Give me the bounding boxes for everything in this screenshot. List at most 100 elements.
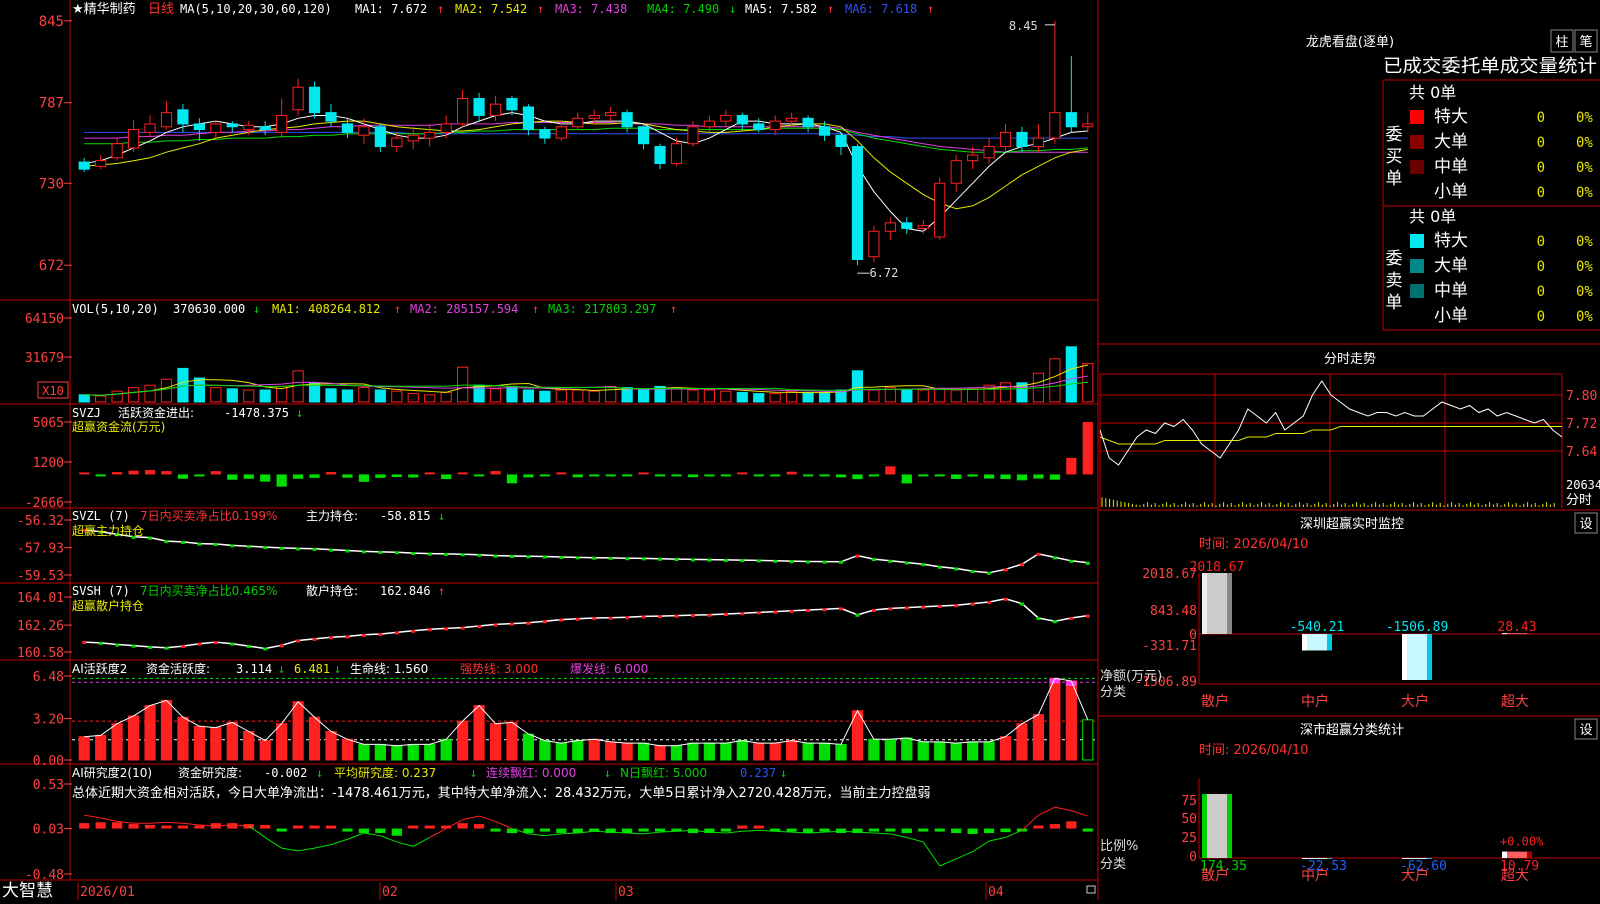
candlestick[interactable] (292, 78, 304, 116)
main-dot[interactable] (460, 553, 465, 557)
activity-bar[interactable] (457, 720, 469, 761)
candlestick[interactable] (457, 90, 469, 127)
retail-dot[interactable] (378, 633, 383, 637)
main-dot[interactable] (871, 558, 876, 562)
activity-bar[interactable] (193, 725, 205, 761)
research-bar[interactable] (638, 828, 649, 832)
research-bar[interactable] (260, 824, 271, 829)
fund-flow-bar[interactable] (868, 474, 880, 477)
volume-bar[interactable] (637, 389, 650, 403)
main-dot[interactable] (1019, 563, 1024, 567)
candle-body[interactable] (901, 222, 913, 229)
activity-bar[interactable] (1016, 723, 1028, 761)
retail-dot[interactable] (559, 618, 564, 622)
candle-body[interactable] (720, 114, 732, 122)
retail-dot[interactable] (460, 626, 465, 630)
candle-body[interactable] (292, 86, 304, 111)
volume-bar[interactable] (358, 387, 370, 403)
volume-bar[interactable] (325, 388, 337, 403)
candlestick[interactable] (539, 126, 551, 144)
retail-dot[interactable] (789, 609, 794, 613)
fund-flow-bar[interactable] (506, 474, 518, 484)
candlestick[interactable] (308, 81, 321, 119)
volume-bar[interactable] (341, 389, 354, 403)
fund-flow-bar[interactable] (572, 474, 583, 478)
retail-dot[interactable] (411, 629, 416, 633)
activity-bar[interactable] (144, 705, 156, 761)
activity-bar[interactable] (1032, 714, 1045, 761)
fund-flow-bar[interactable] (753, 474, 764, 477)
candlestick[interactable] (522, 104, 535, 136)
research-bar[interactable] (473, 824, 485, 829)
main-dot[interactable] (1036, 552, 1041, 556)
retail-dot[interactable] (1052, 620, 1057, 624)
research-bar[interactable] (79, 823, 90, 829)
intraday-panel[interactable]: 分时走势 7.80 7.72 7.64 20634分时 (1099, 351, 1600, 508)
candle-body[interactable] (78, 161, 90, 170)
candlestick[interactable] (259, 121, 271, 136)
research-bar[interactable] (276, 828, 287, 832)
fund-flow-bar[interactable] (802, 474, 814, 477)
retail-dot[interactable] (855, 613, 860, 617)
fund-flow-bar[interactable] (918, 474, 929, 477)
fund-flow-bar[interactable] (934, 474, 945, 477)
candlestick[interactable] (144, 115, 156, 137)
candlestick[interactable] (111, 138, 123, 161)
candlestick[interactable] (1082, 112, 1094, 133)
fund-flow-bar[interactable] (177, 474, 189, 479)
volume-bar[interactable] (720, 390, 732, 403)
main-dot[interactable] (279, 546, 284, 550)
volume-bar[interactable] (506, 385, 518, 403)
activity-bar[interactable] (1049, 677, 1061, 761)
activity-bar[interactable] (555, 742, 567, 761)
fund-flow-bar[interactable] (276, 474, 287, 487)
retail-dot[interactable] (180, 645, 185, 649)
candle-body[interactable] (818, 126, 831, 136)
activity-bar[interactable] (341, 738, 354, 761)
activity-bar[interactable] (1065, 680, 1077, 761)
candle-body[interactable] (243, 124, 255, 131)
volume-bar[interactable] (391, 390, 403, 403)
candlestick[interactable] (572, 112, 584, 130)
main-dot[interactable] (312, 547, 317, 551)
candle-body[interactable] (407, 134, 419, 142)
order-stats-tabs[interactable]: 已成交委托单成交量统计 (1383, 56, 1597, 77)
volume-bar[interactable] (917, 389, 929, 403)
candle-body[interactable] (572, 117, 584, 128)
fund-flow-bar[interactable] (424, 472, 435, 475)
fund-flow-bar[interactable] (112, 472, 123, 475)
candle-body[interactable] (736, 114, 748, 125)
research-bar[interactable] (1033, 825, 1044, 829)
main-dot[interactable] (361, 550, 366, 554)
volume-bar[interactable] (572, 389, 584, 403)
main-dot[interactable] (394, 551, 399, 555)
activity-bar[interactable] (473, 705, 485, 761)
main-dot[interactable] (575, 556, 580, 560)
main-dot[interactable] (559, 556, 564, 560)
candle-body[interactable] (1082, 123, 1094, 128)
retail-dot[interactable] (131, 644, 136, 648)
volume-bar[interactable] (818, 391, 831, 403)
volume-bar[interactable] (670, 387, 683, 403)
candle-body[interactable] (489, 103, 502, 116)
activity-bar[interactable] (177, 716, 189, 761)
research-bar[interactable] (918, 828, 929, 832)
activity-bar[interactable] (917, 741, 929, 761)
candle-body[interactable] (621, 112, 633, 128)
fund-flow-bar[interactable] (194, 474, 205, 477)
candlestick[interactable] (605, 106, 617, 122)
candlestick[interactable] (407, 126, 419, 150)
fund-flow-bar[interactable] (375, 474, 386, 478)
fund-flow-bar[interactable] (638, 472, 649, 475)
fund-flow-bar[interactable] (161, 471, 172, 475)
main-dot[interactable] (411, 552, 416, 556)
retail-dot[interactable] (361, 633, 366, 637)
research-bar[interactable] (325, 825, 337, 829)
research-bar[interactable] (292, 825, 304, 829)
retail-dot[interactable] (213, 641, 218, 645)
research-bar[interactable] (819, 828, 830, 832)
retail-dot[interactable] (756, 611, 761, 615)
candlestick[interactable] (670, 138, 683, 167)
activity-bar[interactable] (127, 715, 140, 761)
candlestick[interactable] (802, 115, 814, 133)
